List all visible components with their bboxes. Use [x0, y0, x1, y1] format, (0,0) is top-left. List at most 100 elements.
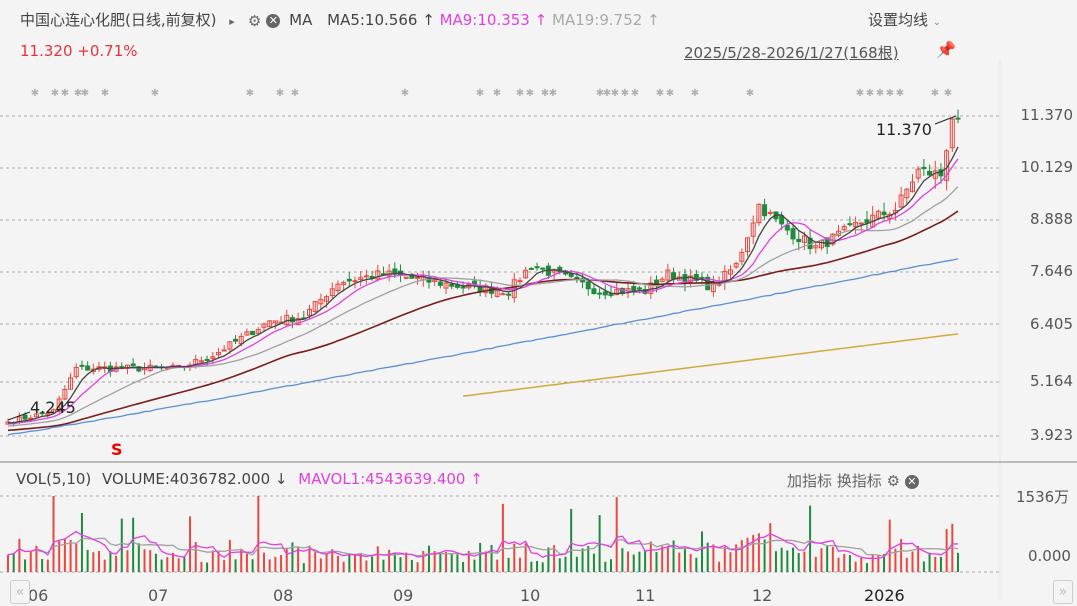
gear-icon[interactable]: ⚙ [887, 472, 900, 490]
event-marker-icon[interactable]: ✱ [61, 88, 69, 99]
kline-chart-window: 中国心连心化肥(日线,前复权) ▸ ⚙ ✕ MA MA5:10.566 ↑ MA… [0, 0, 1077, 606]
event-marker-icon[interactable]: ✱ [101, 88, 109, 99]
candle-body [608, 293, 614, 297]
event-marker-icon[interactable]: ✱ [526, 88, 534, 99]
candle-body [762, 204, 768, 217]
candle-body [881, 211, 887, 216]
event-marker-icon[interactable]: ✱ [886, 88, 894, 99]
candle-body [506, 293, 512, 296]
event-marker-icon[interactable]: ✱ [549, 88, 557, 99]
candle-body [221, 349, 227, 352]
candle-body [250, 330, 256, 336]
x-axis-label: 2026 [864, 586, 905, 605]
event-marker-icon[interactable]: ✱ [866, 88, 874, 99]
event-marker-icon[interactable]: ✱ [276, 88, 284, 99]
event-marker-icon[interactable]: ✱ [31, 88, 39, 99]
switch-indicator-button[interactable]: 换指标 [837, 472, 882, 490]
candle-body [671, 272, 677, 280]
candle-body [204, 358, 210, 361]
candle-body [79, 364, 85, 367]
candle-body [449, 283, 455, 287]
mavol-value: MAVOL1:4543639.400 [298, 470, 466, 488]
event-marker-icon[interactable]: ✱ [944, 88, 952, 99]
event-marker-icon[interactable]: ✱ [51, 88, 59, 99]
candle-body [574, 276, 580, 279]
candle-body [130, 363, 136, 367]
candle-body [454, 284, 460, 288]
x-axis-label: 11 [635, 586, 656, 605]
ma5-line [7, 146, 959, 424]
candle-body [602, 291, 608, 296]
candle-body [415, 276, 421, 279]
event-marker-icon[interactable]: ✱ [246, 88, 254, 99]
high-price-label: 11.370 [876, 120, 932, 139]
candle-body [927, 170, 933, 176]
candle-body [363, 275, 369, 278]
event-marker-icon[interactable]: ✱ [631, 88, 639, 99]
candle-body [636, 287, 642, 290]
event-marker-icon[interactable]: ✱ [611, 88, 619, 99]
panel-divider[interactable] [0, 461, 1077, 463]
event-marker-icon[interactable]: ✱ [291, 88, 299, 99]
candle-body [500, 293, 506, 296]
event-marker-icon[interactable]: ✱ [401, 88, 409, 99]
event-marker-icon[interactable]: ✱ [516, 88, 524, 99]
candle-body [233, 338, 239, 342]
candle-body [864, 219, 870, 224]
candle-body [346, 278, 352, 282]
event-marker-icon[interactable]: ✱ [746, 88, 754, 99]
candle-body [585, 281, 591, 290]
event-marker-icon[interactable]: ✱ [151, 88, 159, 99]
event-marker-icon[interactable]: ✱ [691, 88, 699, 99]
candle-body [437, 281, 443, 286]
candle-body [790, 228, 796, 240]
event-marker-icon[interactable]: ✱ [656, 88, 664, 99]
chart-canvas[interactable]: ✱ ✱ ✱ ✱✱ ✱ ✱ ✱ ✱ ✱ ✱ ✱ ✱ ✱ ✱ ✱ ✱ ✱✱ ✱ ✱ ✱ ✱ ✱ ✱ ✱ ✱ ✱ ✱ ✱ ✱ ✱ ✱ [0, 0, 1077, 606]
event-marker-icon[interactable]: ✱ [876, 88, 884, 99]
event-marker-icon[interactable]: ✱ [621, 88, 629, 99]
candle-body [85, 365, 91, 371]
mavol-arrow-icon: ↑ [470, 470, 483, 488]
volume-arrow-icon: ↓ [274, 470, 288, 488]
candle-body [540, 267, 546, 270]
candle-body [403, 276, 409, 279]
volume-axis-bottom: 0.000 [1028, 547, 1071, 565]
long-ma-line [7, 258, 959, 436]
candle-body [631, 285, 637, 292]
volume-value: VOLUME:4036782.000 [102, 470, 271, 488]
event-marker-icon[interactable]: ✱ [81, 88, 89, 99]
event-marker-icon[interactable]: ✱ [931, 88, 939, 99]
candle-body [847, 223, 853, 226]
signal-s-marker[interactable]: S [111, 440, 123, 459]
event-marker-icon[interactable]: ✱ [856, 88, 864, 99]
x-axis-label: 06 [28, 586, 49, 605]
x-axis-label: 10 [520, 586, 541, 605]
candle-body [597, 292, 603, 295]
event-marker-icon[interactable]: ✱ [666, 88, 674, 99]
candle-body [591, 288, 597, 295]
event-marker-icon[interactable]: ✱ [493, 88, 501, 99]
vol-label: VOL(5,10) [16, 470, 92, 488]
scroll-left-button[interactable]: « [10, 580, 30, 604]
scroll-right-button[interactable]: » [1053, 580, 1073, 604]
candle-body [460, 286, 466, 289]
candle-body [796, 238, 802, 243]
x-axis-label: 07 [148, 586, 169, 605]
high-arrow-icon [934, 115, 957, 125]
event-marker-icon[interactable]: ✱ [896, 88, 904, 99]
x-axis-label: 09 [393, 586, 414, 605]
indicator-tools: 加指标 换指标 ⚙ ✕ [787, 470, 919, 491]
candle-body [858, 222, 864, 225]
low-price-label: 4.245 [30, 398, 76, 417]
candle-body [22, 414, 28, 420]
add-indicator-button[interactable]: 加指标 [787, 472, 832, 490]
candle-body [198, 360, 204, 363]
x-axis-label: 08 [273, 586, 294, 605]
x-axis-label: 12 [752, 586, 773, 605]
event-marker-icon[interactable]: ✱ [476, 88, 484, 99]
longer-ma-line [462, 333, 959, 397]
candle-body [534, 266, 540, 269]
ma19-line [7, 186, 959, 427]
volume-axis-top: 1536万 [1016, 488, 1070, 506]
close-icon[interactable]: ✕ [904, 474, 919, 489]
